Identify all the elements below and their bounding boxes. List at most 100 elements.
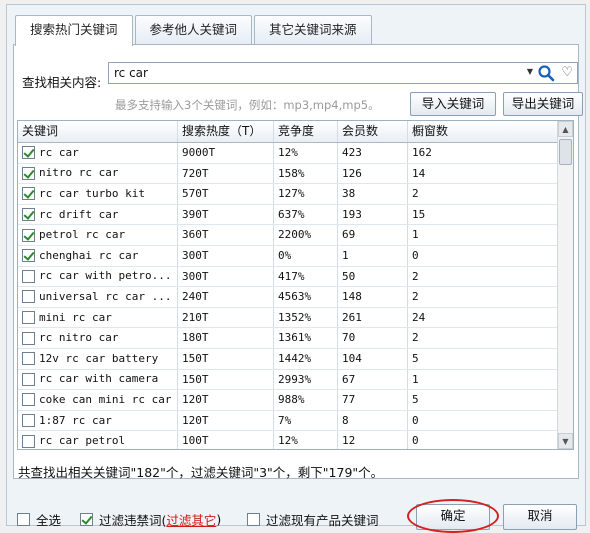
keyword-cell: rc car xyxy=(18,143,178,163)
import-keywords-button[interactable]: 导入关键词 xyxy=(410,92,496,116)
row-checkbox[interactable] xyxy=(22,414,35,428)
magnifier-icon[interactable] xyxy=(537,63,555,83)
table-row[interactable]: mini rc car 210T 1352% 261 24 xyxy=(18,307,558,329)
table-row[interactable]: rc car turbo kit 570T 127% 38 2 xyxy=(18,184,558,205)
row-checkbox[interactable] xyxy=(22,269,35,283)
keyword-text: universal rc car ... xyxy=(39,289,172,303)
members-cell: 50 xyxy=(338,266,408,287)
row-checkbox[interactable] xyxy=(22,208,35,222)
keyword-grid: 关键词 搜索热度（T） 竞争度 会员数 橱窗数 rc car 9000T 12% 42… xyxy=(18,121,558,449)
keyword-table: 关键词 搜索热度（T） 竞争度 会员数 橱窗数 rc car 9000T 12% 42… xyxy=(17,120,574,450)
row-checkbox[interactable] xyxy=(22,352,35,366)
keyword-cell: rc car with petro... xyxy=(18,266,178,287)
confirm-button[interactable]: 确定 xyxy=(416,504,490,530)
tab-panel: 查找相关内容: rc car ▼ ♡ 最多支持输入3个关键词，例如：mp3,mp… xyxy=(13,44,583,480)
table-row[interactable]: chenghai rc car 300T 0% 1 0 xyxy=(18,245,558,267)
table-row[interactable]: petrol rc car 360T 2200% 69 1 xyxy=(18,225,558,246)
export-keywords-button[interactable]: 导出关键词 xyxy=(503,92,583,116)
filter-banned-label: 过滤违禁词( xyxy=(99,513,167,528)
select-all-option[interactable]: 全选 xyxy=(17,510,61,529)
header-heat[interactable]: 搜索热度（T） xyxy=(178,121,274,142)
keyword-cell: rc car petrol xyxy=(18,431,178,449)
table-row[interactable]: nitro rc car 720T 158% 126 14 xyxy=(18,163,558,185)
header-competition[interactable]: 竞争度 xyxy=(274,121,338,142)
row-checkbox[interactable] xyxy=(22,146,35,160)
heat-cell: 100T xyxy=(178,431,274,449)
filter-product-label: 过滤现有产品关键词 xyxy=(266,513,379,528)
table-row[interactable]: coke can mini rc car 120T 988% 77 5 xyxy=(18,390,558,411)
table-row[interactable]: rc drift car 390T 637% 193 15 xyxy=(18,204,558,226)
keyword-cell: nitro rc car xyxy=(18,163,178,184)
scroll-thumb[interactable] xyxy=(559,139,572,165)
filter-product-option[interactable]: 过滤现有产品关键词 xyxy=(247,510,379,529)
table-row[interactable]: rc nitro car 180T 1361% 70 2 xyxy=(18,328,558,349)
keyword-text: rc car xyxy=(39,145,79,159)
triangle-down-icon[interactable]: ▼ xyxy=(527,67,533,76)
members-cell: 261 xyxy=(338,307,408,328)
tab-hot-keywords[interactable]: 搜索热门关键词 xyxy=(15,15,133,46)
keyword-cell: rc drift car xyxy=(18,204,178,225)
scroll-down-icon[interactable]: ▼ xyxy=(558,433,573,449)
tab-reference-keywords[interactable]: 参考他人关键词 xyxy=(134,15,253,45)
keyword-text: rc car petrol xyxy=(39,434,126,448)
row-checkbox[interactable] xyxy=(22,311,35,325)
heart-icon[interactable]: ♡ xyxy=(561,65,573,80)
tab-other-sources[interactable]: 其它关键词来源 xyxy=(254,15,372,45)
keyword-text: rc drift car xyxy=(39,207,119,221)
keyword-cell: rc nitro car xyxy=(18,328,178,348)
table-scrollbar[interactable]: ▲ ▼ xyxy=(557,121,573,449)
competition-cell: 7% xyxy=(274,410,338,431)
heat-cell: 720T xyxy=(178,163,274,184)
row-checkbox[interactable] xyxy=(22,331,35,345)
heat-cell: 570T xyxy=(178,184,274,204)
keyword-cell: rc car with camera xyxy=(18,369,178,390)
table-header: 关键词 搜索热度（T） 竞争度 会员数 橱窗数 xyxy=(18,121,558,143)
competition-cell: 0% xyxy=(274,245,338,266)
table-row[interactable]: 12v rc car battery 150T 1442% 104 5 xyxy=(18,348,558,370)
members-cell: 77 xyxy=(338,390,408,410)
showcase-cell: 0 xyxy=(412,434,419,448)
heat-cell: 210T xyxy=(178,307,274,328)
table-row[interactable]: rc car 9000T 12% 423 162 xyxy=(18,143,558,164)
table-row[interactable]: rc car with camera 150T 2993% 67 1 xyxy=(18,369,558,391)
keyword-text: 12v rc car battery xyxy=(39,351,159,365)
showcase-cell: 1 xyxy=(412,372,419,386)
keyword-cell: universal rc car ... xyxy=(18,287,178,307)
header-keyword[interactable]: 关键词 xyxy=(18,121,178,142)
keyword-cell: rc car turbo kit xyxy=(18,184,178,204)
filter-other-link[interactable]: 过滤其它 xyxy=(166,510,216,529)
showcase-cell: 2 xyxy=(412,331,419,345)
showcase-cell: 2 xyxy=(412,290,419,304)
members-cell: 126 xyxy=(338,163,408,184)
row-checkbox[interactable] xyxy=(22,228,35,242)
keyword-dialog: 搜索热门关键词 参考他人关键词 其它关键词来源 查找相关内容: rc car ▼… xyxy=(6,4,586,533)
row-checkbox[interactable] xyxy=(22,434,35,448)
row-checkbox[interactable] xyxy=(22,249,35,263)
table-row[interactable]: rc car with petro... 300T 417% 50 2 xyxy=(18,266,558,288)
scroll-up-icon[interactable]: ▲ xyxy=(558,121,573,137)
filter-banned-checkbox[interactable] xyxy=(80,513,93,526)
competition-cell: 2993% xyxy=(274,369,338,390)
cancel-button[interactable]: 取消 xyxy=(503,504,577,530)
competition-cell: 12% xyxy=(274,143,338,163)
header-showcase[interactable]: 橱窗数 xyxy=(408,121,558,142)
heat-cell: 390T xyxy=(178,204,274,225)
members-cell: 69 xyxy=(338,225,408,245)
competition-cell: 2200% xyxy=(274,225,338,245)
search-input[interactable]: rc car ▼ ♡ xyxy=(108,62,578,84)
row-checkbox[interactable] xyxy=(22,166,35,180)
table-row[interactable]: 1:87 rc car 120T 7% 8 0 xyxy=(18,410,558,432)
competition-cell: 158% xyxy=(274,163,338,184)
filter-product-checkbox[interactable] xyxy=(247,513,260,526)
showcase-cell: 24 xyxy=(412,310,426,324)
filter-banned-option[interactable]: 过滤违禁词(过滤其它) xyxy=(80,510,221,529)
keyword-cell: chenghai rc car xyxy=(18,245,178,266)
header-members[interactable]: 会员数 xyxy=(338,121,408,142)
table-row[interactable]: universal rc car ... 240T 4563% 148 2 xyxy=(18,287,558,308)
select-all-checkbox[interactable] xyxy=(17,513,30,526)
row-checkbox[interactable] xyxy=(22,187,35,201)
row-checkbox[interactable] xyxy=(22,372,35,386)
row-checkbox[interactable] xyxy=(22,393,35,407)
table-row[interactable]: rc car petrol 100T 12% 12 0 xyxy=(18,431,558,449)
row-checkbox[interactable] xyxy=(22,290,35,304)
